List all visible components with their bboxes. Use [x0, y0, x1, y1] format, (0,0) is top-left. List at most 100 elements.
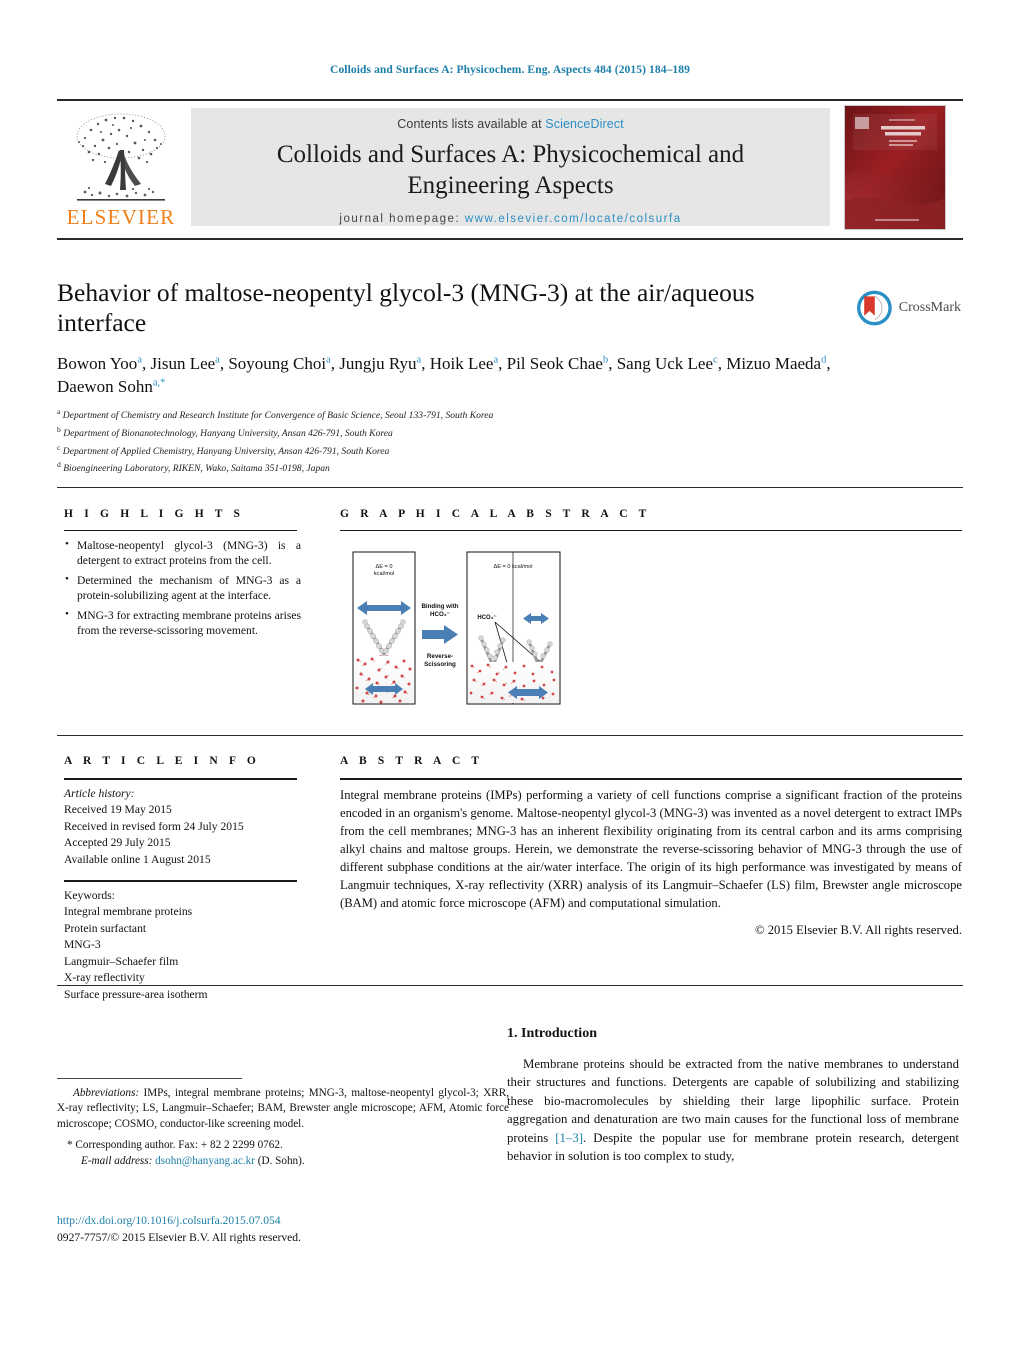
journal-homepage-link[interactable]: www.elsevier.com/locate/colsurfa: [465, 213, 682, 225]
homepage-prefix: journal homepage:: [339, 213, 465, 225]
list-item: Received 19 May 2015: [64, 803, 172, 817]
elsevier-logo: ELSEVIER: [57, 105, 185, 228]
svg-text:ΔE = 0: ΔE = 0: [376, 564, 393, 570]
journal-cover-thumbnail: [844, 105, 946, 230]
author-affiliation-marker: a: [137, 354, 142, 366]
corresponding-author-note: * Corresponding author. Fax: + 82 2 2299…: [57, 1138, 509, 1169]
affiliation-list: a Department of Chemistry and Research I…: [57, 406, 757, 477]
affiliation-item: b Department of Bionanotechnology, Hanya…: [57, 424, 393, 439]
abstract-band-bottom-rule: [57, 985, 963, 986]
highlights-band-top-rule: [57, 487, 963, 488]
highlights-items: Maltose-neopentyl glycol-3 (MNG-3) is a …: [64, 537, 301, 638]
journal-masthead: ELSEVIER Contents lists available at Sci…: [57, 105, 963, 230]
email-label: E-mail address:: [81, 1154, 153, 1167]
keywords-items: Integral membrane proteins Protein surfac…: [64, 904, 301, 1003]
author-affiliation-marker: a: [326, 354, 331, 366]
journal-title-line-1: Colloids and Surfaces A: Physicochemical…: [276, 141, 745, 168]
affiliation-marker: d: [57, 460, 61, 470]
masthead-top-rule: [57, 99, 963, 101]
introduction-paragraph: Membrane proteins should be extracted fr…: [507, 1055, 959, 1166]
article-history-label: Article history:: [64, 787, 135, 800]
email-suffix: (D. Sohn).: [254, 1154, 305, 1167]
svg-text:HCO₃⁻: HCO₃⁻: [430, 611, 450, 618]
issn-copyright-line: 0927-7757/© 2015 Elsevier B.V. All right…: [57, 1230, 301, 1244]
list-item: Langmuir–Schaefer film: [64, 954, 179, 968]
affiliation-marker: b: [57, 424, 61, 434]
list-item: Accepted 29 July 2015: [64, 836, 171, 850]
svg-text:HCO₃⁻: HCO₃⁻: [477, 615, 496, 621]
article-first-page: Colloids and Surfaces A: Physicochem. En…: [0, 0, 1020, 1351]
author-affiliation-marker: a: [493, 354, 499, 366]
crossmark-icon: [856, 290, 892, 326]
sciencedirect-link[interactable]: ScienceDirect: [545, 117, 623, 131]
journal-title-line-2: Engineering Aspects: [407, 171, 614, 199]
title-block: Behavior of maltose-neopentyl glycol-3 (…: [57, 278, 847, 399]
abbreviations-label: Abbreviations:: [73, 1087, 140, 1099]
author-name: Hoik Leea: [429, 354, 499, 374]
ga-panel-left: ΔE = 0 kcal/mol: [352, 551, 416, 705]
graphical-abstract-heading-rule: [340, 530, 962, 531]
list-item: Maltose-neopentyl glycol-3 (MNG-3) is a …: [65, 537, 301, 569]
elsevier-tree-icon: [76, 113, 166, 201]
introduction-heading: 1. Introduction: [507, 1026, 597, 1041]
highlights-heading: H I G H L I G H T S: [64, 508, 245, 520]
svg-text:ΔE = 0 kcal/mol: ΔE = 0 kcal/mol: [493, 564, 532, 570]
affiliation-marker: c: [57, 442, 61, 452]
author-affiliation-marker: a: [215, 354, 220, 366]
author-name: Daewon Sohna,*: [57, 377, 166, 397]
graphical-abstract-heading: G R A P H I C A L A B S T R A C T: [340, 508, 651, 520]
contents-prefix: Contents lists available at: [397, 117, 546, 131]
author-name: Soyoung Choia: [228, 354, 331, 374]
author-name: Bowon Yooa: [57, 354, 142, 374]
email-link[interactable]: dsohn@hanyang.ac.kr: [155, 1155, 255, 1167]
article-info-heading: A R T I C L E I N F O: [64, 755, 260, 767]
keywords-rule: [64, 880, 297, 882]
journal-homepage-line: journal homepage: www.elsevier.com/locat…: [191, 201, 830, 225]
affiliation-marker: a: [57, 407, 61, 416]
list-item: Available online 1 August 2015: [64, 852, 211, 866]
page-title: Behavior of maltose-neopentyl glycol-3 (…: [57, 278, 755, 338]
affiliation-item: c Department of Applied Chemistry, Hanya…: [57, 442, 390, 457]
author-name: Jungju Ryua: [339, 354, 422, 374]
crossmark-badge[interactable]: CrossMark: [856, 282, 961, 334]
elsevier-wordmark: ELSEVIER: [66, 205, 176, 229]
graphical-abstract-figure: ΔE = 0 kcal/mol Binding with HCO₃⁻ Rever…: [343, 546, 565, 708]
corresponding-text: Corresponding author. Fax: + 82 2 2299 0…: [75, 1139, 283, 1152]
abstract-copyright: © 2015 Elsevier B.V. All rights reserved…: [755, 923, 962, 937]
footnote-rule: [57, 1078, 242, 1079]
author-affiliation-marker: c: [713, 354, 718, 366]
author-name: Mizuo Maedad: [726, 354, 827, 374]
highlights-list: Maltose-neopentyl glycol-3 (MNG-3) is a …: [64, 537, 301, 642]
journal-banner: Contents lists available at ScienceDirec…: [191, 108, 830, 226]
list-item: Determined the mechanism of MNG-3 as a p…: [65, 572, 301, 604]
affiliation-item: d Bioengineering Laboratory, RIKEN, Wako…: [57, 460, 330, 475]
list-item: Protein surfactant: [64, 921, 147, 935]
ga-panel-right: ΔE = 0 kcal/mol HCO₃⁻: [466, 551, 561, 705]
author-list: Bowon Yooa, Jisun Leea, Soyoung Choia, J…: [57, 354, 831, 397]
svg-text:Reverse-: Reverse-: [427, 653, 453, 660]
cover-art: [845, 106, 945, 229]
abstract-text: Integral membrane proteins (IMPs) perfor…: [340, 788, 962, 910]
author-name: Pil Seok Chaeb: [506, 354, 609, 374]
citation-link-1-3[interactable]: [1–3]: [555, 1131, 583, 1145]
affiliation-item: a Department of Chemistry and Research I…: [57, 407, 494, 422]
doi-link[interactable]: http://dx.doi.org/10.1016/j.colsurfa.201…: [57, 1213, 509, 1230]
footnotes-block: Abbreviations: IMPs, integral membrane p…: [57, 1086, 509, 1169]
article-info-heading-rule: [64, 778, 297, 780]
list-item: Received in revised form 24 July 2015: [64, 819, 244, 833]
abstract-heading-rule: [340, 778, 962, 780]
corresponding-marker: *: [67, 1139, 73, 1152]
abstract-block: Integral membrane proteins (IMPs) perfor…: [340, 786, 962, 939]
footer-block: http://dx.doi.org/10.1016/j.colsurfa.201…: [57, 1213, 509, 1247]
running-head: Colloids and Surfaces A: Physicochem. En…: [330, 64, 690, 76]
svg-text:Binding with: Binding with: [421, 603, 458, 610]
author-affiliation-marker: a,*: [152, 377, 166, 389]
author-affiliation-marker: d: [821, 354, 827, 366]
keywords-label: Keywords:: [64, 889, 115, 902]
water-right: [468, 662, 559, 703]
highlights-heading-rule: [64, 530, 297, 531]
article-history-items: Received 19 May 2015 Received in revised …: [64, 802, 301, 868]
graphical-abstract-image: ΔE = 0 kcal/mol Binding with HCO₃⁻ Rever…: [343, 546, 565, 708]
water-left: [354, 656, 414, 704]
masthead-bottom-rule: [57, 238, 963, 240]
